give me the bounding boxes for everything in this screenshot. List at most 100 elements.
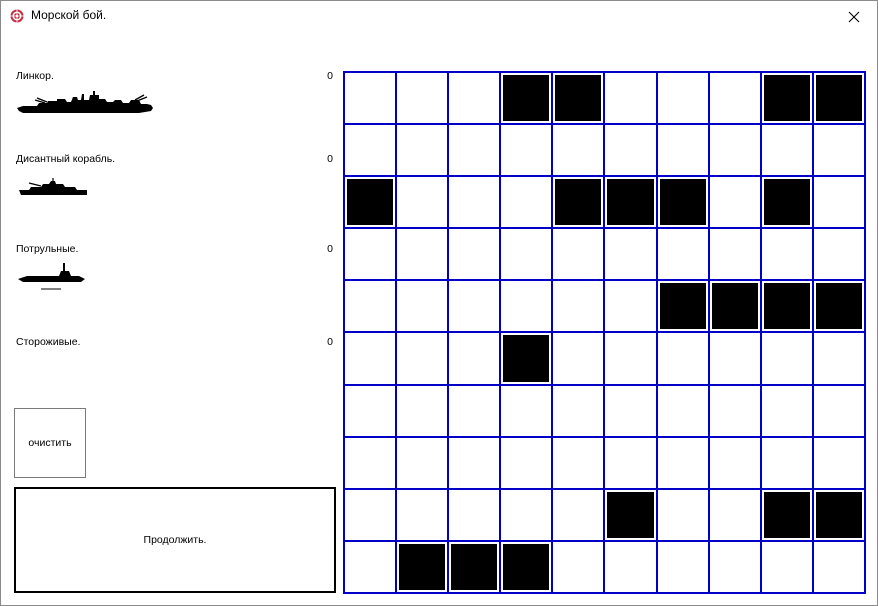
board-cell[interactable] — [656, 332, 709, 385]
board-cell[interactable] — [708, 228, 761, 281]
board-cell[interactable] — [812, 124, 865, 177]
board-cell[interactable] — [448, 228, 501, 281]
board-cell-ship[interactable] — [396, 540, 449, 593]
board-cell-ship[interactable] — [656, 176, 709, 229]
board-cell[interactable] — [760, 540, 813, 593]
board-cell[interactable] — [656, 488, 709, 541]
board-cell[interactable] — [344, 72, 397, 125]
board-cell-ship[interactable] — [344, 176, 397, 229]
board-cell[interactable] — [448, 124, 501, 177]
board-cell[interactable] — [448, 280, 501, 333]
board-cell-ship[interactable] — [552, 176, 605, 229]
board-cell[interactable] — [448, 176, 501, 229]
board-cell-ship[interactable] — [500, 332, 553, 385]
board-cell[interactable] — [552, 384, 605, 437]
board-cell[interactable] — [812, 228, 865, 281]
board-cell[interactable] — [500, 384, 553, 437]
board-cell[interactable] — [656, 124, 709, 177]
board-cell[interactable] — [656, 436, 709, 489]
board-cell[interactable] — [396, 228, 449, 281]
board-cell-ship[interactable] — [656, 280, 709, 333]
board-cell[interactable] — [708, 332, 761, 385]
title-bar[interactable]: Морской бой. — [1, 1, 877, 32]
board-cell-ship[interactable] — [448, 540, 501, 593]
board-cell[interactable] — [708, 436, 761, 489]
board-cell[interactable] — [812, 436, 865, 489]
board-cell[interactable] — [448, 488, 501, 541]
board-cell[interactable] — [552, 228, 605, 281]
board-cell[interactable] — [344, 384, 397, 437]
board-cell[interactable] — [552, 280, 605, 333]
clear-button[interactable]: очистить — [14, 408, 86, 478]
board-cell[interactable] — [552, 436, 605, 489]
board-cell[interactable] — [760, 124, 813, 177]
board-cell[interactable] — [708, 124, 761, 177]
board-cell-ship[interactable] — [500, 72, 553, 125]
board-cell[interactable] — [760, 436, 813, 489]
board-cell[interactable] — [812, 176, 865, 229]
board-cell[interactable] — [396, 332, 449, 385]
board-cell-ship[interactable] — [552, 72, 605, 125]
board-cell[interactable] — [656, 384, 709, 437]
continue-button[interactable]: Продолжить. — [14, 487, 336, 593]
board-cell[interactable] — [448, 72, 501, 125]
close-button[interactable] — [831, 1, 877, 32]
board-cell-ship[interactable] — [760, 488, 813, 541]
board-cell[interactable] — [500, 228, 553, 281]
board-cell[interactable] — [708, 176, 761, 229]
board-cell[interactable] — [604, 332, 657, 385]
board-cell-ship[interactable] — [500, 540, 553, 593]
board-cell[interactable] — [552, 332, 605, 385]
board-cell-ship[interactable] — [812, 280, 865, 333]
board-cell[interactable] — [500, 280, 553, 333]
board-cell[interactable] — [344, 436, 397, 489]
board-cell[interactable] — [344, 280, 397, 333]
board-cell[interactable] — [396, 488, 449, 541]
board-cell[interactable] — [344, 228, 397, 281]
board-cell[interactable] — [396, 280, 449, 333]
board-cell[interactable] — [344, 332, 397, 385]
board-cell-ship[interactable] — [812, 72, 865, 125]
board-cell[interactable] — [656, 72, 709, 125]
board-cell[interactable] — [604, 540, 657, 593]
board-cell-ship[interactable] — [760, 280, 813, 333]
board-cell[interactable] — [500, 176, 553, 229]
board-cell[interactable] — [500, 436, 553, 489]
board-cell[interactable] — [812, 332, 865, 385]
board-cell[interactable] — [656, 540, 709, 593]
board-cell-ship[interactable] — [760, 176, 813, 229]
board-cell[interactable] — [760, 384, 813, 437]
board-cell-ship[interactable] — [760, 72, 813, 125]
board-cell[interactable] — [708, 488, 761, 541]
board-cell[interactable] — [812, 384, 865, 437]
board-cell-ship[interactable] — [604, 176, 657, 229]
board-cell[interactable] — [500, 488, 553, 541]
board-cell-ship[interactable] — [812, 488, 865, 541]
board-cell[interactable] — [396, 384, 449, 437]
board-cell[interactable] — [344, 540, 397, 593]
board-cell[interactable] — [448, 332, 501, 385]
board-cell[interactable] — [812, 540, 865, 593]
board-cell[interactable] — [760, 332, 813, 385]
board-cell[interactable] — [656, 228, 709, 281]
board-cell[interactable] — [708, 72, 761, 125]
board-cell[interactable] — [344, 488, 397, 541]
board-cell[interactable] — [604, 72, 657, 125]
board-cell-ship[interactable] — [604, 488, 657, 541]
board-cell[interactable] — [552, 488, 605, 541]
board-cell[interactable] — [396, 124, 449, 177]
board-cell[interactable] — [448, 436, 501, 489]
board-cell[interactable] — [344, 124, 397, 177]
board-cell[interactable] — [396, 72, 449, 125]
board-cell[interactable] — [552, 124, 605, 177]
board-cell[interactable] — [708, 540, 761, 593]
board-cell[interactable] — [760, 228, 813, 281]
board-cell[interactable] — [396, 436, 449, 489]
board-cell-ship[interactable] — [708, 280, 761, 333]
board-cell[interactable] — [396, 176, 449, 229]
board-cell[interactable] — [500, 124, 553, 177]
board-cell[interactable] — [552, 540, 605, 593]
board-cell[interactable] — [604, 124, 657, 177]
board-cell[interactable] — [604, 228, 657, 281]
board-cell[interactable] — [604, 280, 657, 333]
